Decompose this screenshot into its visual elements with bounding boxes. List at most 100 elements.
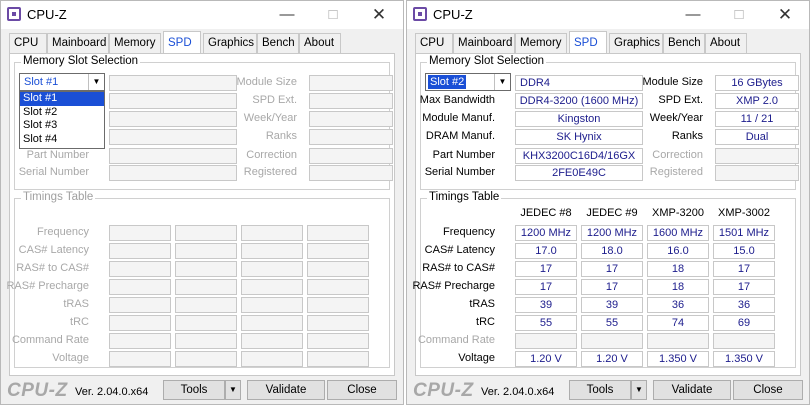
tab-memory[interactable]: Memory (515, 33, 567, 53)
timings-cell (241, 225, 303, 241)
timings-cell: 1.350 V (713, 351, 775, 367)
tab-memory[interactable]: Memory (109, 33, 161, 53)
slot-select[interactable]: Slot #2 ▼ (425, 73, 511, 91)
chevron-down-icon[interactable]: ▼ (494, 74, 510, 90)
correction-field (715, 148, 799, 164)
close-button[interactable]: Close (733, 380, 803, 400)
tab-bench[interactable]: Bench (663, 33, 705, 53)
tab-bench[interactable]: Bench (257, 33, 299, 53)
dram-manuf-field: SK Hynix (515, 129, 643, 145)
slot-option[interactable]: Slot #4 (20, 133, 104, 147)
tab-cpu[interactable]: CPU (415, 33, 453, 53)
timings-cell: 1200 MHz (581, 225, 643, 241)
tab-about[interactable]: About (705, 33, 747, 53)
slot-select-value: Slot #2 (428, 75, 467, 89)
timings-cell: 17 (581, 261, 643, 277)
timings-cell (175, 261, 237, 277)
timings-row-label: Command Rate (11, 334, 89, 346)
spd-ext-label: SPD Ext. (252, 94, 297, 106)
tab-about[interactable]: About (299, 33, 341, 53)
slot-option[interactable]: Slot #2 (20, 106, 104, 120)
timings-row-label: Frequency (443, 226, 495, 238)
validate-button[interactable]: Validate (247, 380, 325, 400)
timings-cell (307, 333, 369, 349)
spd-ext-field (309, 93, 393, 109)
serial-number-label: Serial Number (18, 166, 89, 178)
module-type-field: DDR4 (515, 75, 643, 91)
tools-button[interactable]: Tools (163, 380, 225, 400)
tools-dropdown-icon[interactable]: ▼ (631, 380, 647, 400)
timings-cell (109, 333, 171, 349)
week-year-field (309, 111, 393, 127)
timings-cell: 17 (581, 279, 643, 295)
max-bandwidth-field (109, 93, 237, 109)
timings-cell: 17 (713, 279, 775, 295)
timings-row-label: RAS# Precharge (6, 280, 89, 292)
title-bar[interactable]: CPU-Z — □ ✕ (1, 1, 403, 29)
serial-number-label: Serial Number (424, 166, 495, 178)
tab-mainboard[interactable]: Mainboard (47, 33, 109, 53)
tab-mainboard[interactable]: Mainboard (453, 33, 515, 53)
slot-option[interactable]: Slot #3 (20, 119, 104, 133)
title-bar[interactable]: CPU-Z — □ ✕ (407, 1, 809, 29)
timings-table-title: Timings Table (21, 191, 96, 203)
minimize-icon[interactable]: — (673, 3, 713, 27)
timings-cell (241, 333, 303, 349)
part-number-field (109, 148, 237, 164)
timings-cell: 39 (515, 297, 577, 313)
module-size-label: Module Size (642, 76, 703, 88)
tools-button[interactable]: Tools (569, 380, 631, 400)
timings-cell (175, 315, 237, 331)
close-window-icon[interactable]: ✕ (765, 3, 805, 27)
timings-row-label: tRC (476, 316, 495, 328)
validate-button[interactable]: Validate (653, 380, 731, 400)
chevron-down-icon[interactable]: ▼ (88, 74, 104, 90)
timings-cell: 18 (647, 261, 709, 277)
timings-cell: 18.0 (581, 243, 643, 259)
slot-select[interactable]: Slot #1 ▼ (19, 73, 105, 91)
maximize-icon[interactable]: □ (313, 3, 353, 27)
timings-cell: 55 (581, 315, 643, 331)
timings-cell (307, 225, 369, 241)
timings-row-label: Voltage (458, 352, 495, 364)
minimize-icon[interactable]: — (267, 3, 307, 27)
timings-cell: 69 (713, 315, 775, 331)
maximize-icon[interactable]: □ (719, 3, 759, 27)
timings-row-label: RAS# Precharge (412, 280, 495, 292)
spd-ext-field: XMP 2.0 (715, 93, 799, 109)
timings-cell: 17 (515, 279, 577, 295)
tab-graphics[interactable]: Graphics (609, 33, 663, 53)
spd-panel: Memory Slot Selection Slot #2 ▼ DDR4 Max… (412, 53, 801, 376)
timings-cell: 39 (581, 297, 643, 313)
module-manuf-field (109, 111, 237, 127)
tab-cpu[interactable]: CPU (9, 33, 47, 53)
part-number-field: KHX3200C16D4/16GX (515, 148, 643, 164)
registered-field (309, 165, 393, 181)
module-size-label: Module Size (236, 76, 297, 88)
timings-table-group: Timings Table JEDEC #8 JEDEC #9 XMP-3200 XM… (412, 191, 796, 368)
timings-row-label: RAS# to CAS# (16, 262, 89, 274)
max-bandwidth-field: DDR4-3200 (1600 MHz) (515, 93, 643, 109)
timings-row-label: tRC (70, 316, 89, 328)
tab-graphics[interactable]: Graphics (203, 33, 257, 53)
registered-label: Registered (243, 166, 297, 178)
tab-spd[interactable]: SPD (569, 31, 607, 53)
correction-label: Correction (652, 149, 703, 161)
tab-spd[interactable]: SPD (163, 31, 201, 53)
slot-option[interactable]: Slot #1 (20, 92, 104, 106)
close-button[interactable]: Close (327, 380, 397, 400)
timings-cell: 1200 MHz (515, 225, 577, 241)
cpuz-app-icon (7, 7, 21, 21)
timings-column-header: JEDEC #9 (586, 207, 638, 219)
timings-cell (307, 261, 369, 277)
module-manuf-label: Module Manuf. (422, 112, 495, 124)
module-type-field (109, 75, 237, 91)
timings-cell: 1.20 V (581, 351, 643, 367)
tools-dropdown-icon[interactable]: ▼ (225, 380, 241, 400)
timings-row-label: tRAS (63, 298, 89, 310)
close-window-icon[interactable]: ✕ (359, 3, 399, 27)
timings-cell (307, 351, 369, 367)
ranks-label: Ranks (265, 130, 297, 142)
dram-manuf-label: DRAM Manuf. (425, 130, 495, 142)
timings-cell: 15.0 (713, 243, 775, 259)
